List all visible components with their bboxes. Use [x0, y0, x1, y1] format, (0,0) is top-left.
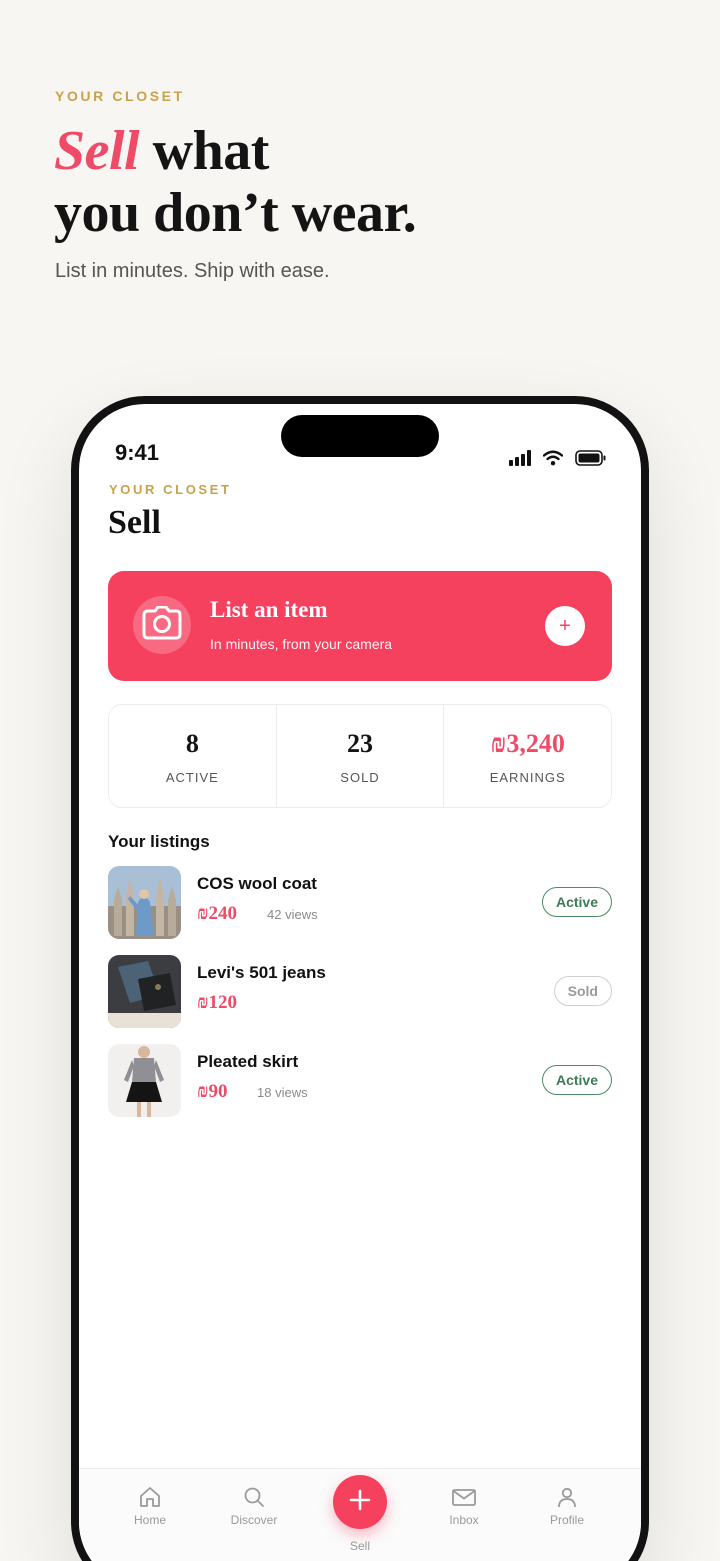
stat-value: 23	[347, 729, 373, 758]
listing-thumbnail	[108, 1044, 181, 1117]
wifi-icon	[542, 450, 564, 471]
phone-screen: 9:41 YOUR CLOSET Sell List an item In mi…	[79, 404, 641, 1561]
tab-home[interactable]: Home	[110, 1485, 190, 1527]
hero-title-line1-rest: what	[139, 120, 270, 182]
listings-title: Your listings	[108, 832, 210, 851]
tab-sell-label: Sell	[349, 1539, 370, 1553]
listing-views: 18 views	[257, 1085, 308, 1100]
listing-price: ₪120	[197, 992, 238, 1013]
tab-inbox[interactable]: Inbox	[424, 1485, 504, 1527]
listing-thumbnail	[108, 955, 181, 1028]
tab-label: Discover	[230, 1513, 278, 1527]
listing-views: 42 views	[267, 907, 318, 922]
dynamic-island	[281, 415, 439, 457]
stats-card: 8 ACTIVE 23 SOLD ₪3,240 EARNINGS	[108, 704, 612, 808]
stat-value: 8	[185, 729, 199, 758]
user-icon	[527, 1485, 607, 1509]
list-item[interactable]: Pleated skirt ₪90 18 views Active	[108, 1044, 612, 1133]
listing-price: ₪240	[197, 903, 238, 924]
tab-label: Home	[133, 1513, 166, 1527]
hero-subtitle: List in minutes. Ship with ease.	[55, 260, 330, 282]
battery-icon	[575, 450, 607, 471]
listing-name: Levi's 501 jeans	[197, 963, 326, 982]
stat-earnings: ₪3,240 EARNINGS	[443, 705, 611, 807]
listing-price: ₪90	[197, 1081, 228, 1102]
hero-title-line1: Sell what	[54, 120, 416, 182]
stat-sold: 23 SOLD	[275, 705, 444, 807]
camera-icon-badge	[133, 596, 191, 654]
status-time: 9:41	[115, 440, 160, 465]
tab-discover[interactable]: Discover	[214, 1485, 294, 1527]
search-icon	[214, 1485, 294, 1509]
signal-icon	[509, 450, 531, 471]
hero-eyebrow: YOUR CLOSET	[55, 88, 185, 104]
list-item[interactable]: Levi's 501 jeans ₪120 Sold	[108, 955, 612, 1044]
plus-icon	[349, 1487, 371, 1517]
add-item-button[interactable]: +	[545, 606, 585, 646]
listing-thumbnail	[108, 866, 181, 939]
stat-label: ACTIVE	[165, 770, 219, 785]
app-eyebrow: YOUR CLOSET	[109, 482, 232, 497]
hero-title-accent: Sell	[54, 120, 140, 182]
cta-title: List an item	[210, 597, 328, 622]
stat-label: SOLD	[340, 770, 380, 785]
mail-icon	[424, 1485, 504, 1509]
status-icons	[509, 450, 607, 471]
page-title: Sell	[108, 504, 161, 541]
status-badge: Sold	[553, 976, 612, 1006]
status-badge: Active	[541, 1065, 612, 1095]
stat-value: ₪3,240	[490, 729, 565, 758]
listings-list: COS wool coat ₪240 42 views Active Levi'…	[108, 866, 612, 1133]
hero-title-line2: you don’t wear.	[54, 182, 417, 244]
phone-frame: 9:41 YOUR CLOSET Sell List an item In mi…	[71, 396, 649, 1561]
sell-fab-button[interactable]	[333, 1475, 387, 1529]
tab-label: Inbox	[449, 1513, 479, 1527]
listing-name: COS wool coat	[197, 874, 317, 893]
cta-subtitle: In minutes, from your camera	[210, 636, 393, 652]
status-badge: Active	[541, 887, 612, 917]
home-icon	[110, 1485, 190, 1509]
list-item-card[interactable]: List an item In minutes, from your camer…	[108, 571, 612, 681]
stat-label: EARNINGS	[489, 770, 566, 785]
hero-title: Sell what you don’t wear.	[54, 120, 417, 244]
list-item[interactable]: COS wool coat ₪240 42 views Active	[108, 866, 612, 955]
listing-name: Pleated skirt	[197, 1052, 299, 1071]
camera-icon	[142, 605, 182, 645]
stat-active: 8 ACTIVE	[109, 705, 276, 807]
tab-label: Profile	[549, 1513, 584, 1527]
tab-profile[interactable]: Profile	[527, 1485, 607, 1527]
tab-bar: Home Discover Sell Inbox Profile	[79, 1468, 641, 1561]
